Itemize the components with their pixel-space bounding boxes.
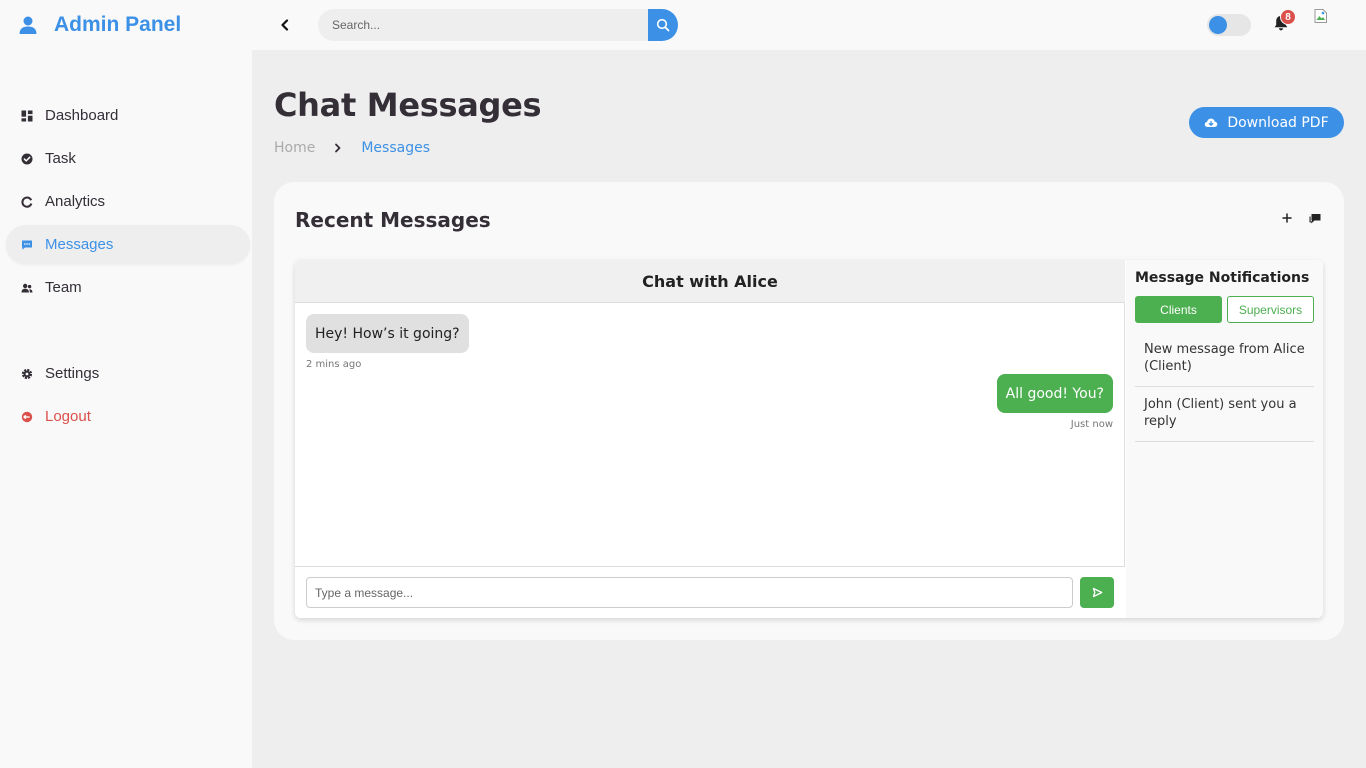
- sidebar-item-task[interactable]: Task: [0, 137, 252, 180]
- search-icon: [656, 18, 670, 32]
- sidebar-item-label: Analytics: [45, 193, 106, 210]
- dashboard-icon: [20, 109, 34, 123]
- sidebar-item-label: Logout: [45, 408, 91, 425]
- logout-icon: [20, 410, 34, 424]
- gear-icon: [20, 367, 34, 381]
- message-timestamp: Just now: [1070, 419, 1113, 430]
- sidebar-item-messages[interactable]: Messages: [0, 223, 252, 266]
- send-button[interactable]: [1080, 577, 1114, 608]
- sidebar-item-logout[interactable]: Logout: [0, 395, 252, 438]
- breadcrumb: Home Messages: [274, 140, 430, 156]
- side-menu-top: Dashboard Task Analytics Messages Team: [0, 94, 252, 309]
- chevron-left-icon: [281, 19, 289, 31]
- recent-messages-card: Recent Messages Chat with Alice Hey! How…: [274, 182, 1344, 640]
- chat-composer: [295, 566, 1125, 618]
- chat-container: Chat with Alice Hey! How’s it going? 2 m…: [295, 260, 1323, 618]
- brand[interactable]: Admin Panel: [18, 12, 181, 38]
- sidebar-item-label: Dashboard: [45, 107, 119, 124]
- search-input[interactable]: [318, 9, 648, 41]
- analytics-icon: [20, 195, 34, 209]
- sidebar-item-label: Team: [45, 279, 82, 296]
- notifications-list: New message from Alice (Client) John (Cl…: [1135, 332, 1314, 442]
- sidebar: Dashboard Task Analytics Messages Team S…: [0, 50, 252, 768]
- chevron-right-icon: [334, 142, 344, 154]
- notification-item[interactable]: New message from Alice (Client): [1135, 332, 1314, 387]
- download-pdf-button[interactable]: Download PDF: [1189, 107, 1344, 138]
- chat-header: Chat with Alice: [295, 260, 1125, 303]
- breadcrumb-home-link[interactable]: Home: [274, 140, 315, 156]
- send-icon: [1092, 587, 1102, 598]
- incoming-message-bubble: Hey! How’s it going?: [306, 314, 469, 353]
- tab-supervisors[interactable]: Supervisors: [1227, 296, 1314, 323]
- sidebar-item-settings[interactable]: Settings: [0, 352, 252, 395]
- top-navbar: Admin Panel 8: [0, 0, 1366, 50]
- notification-count-badge: 8: [1280, 9, 1296, 25]
- card-title: Recent Messages: [295, 208, 491, 232]
- cloud-download-icon: [1205, 118, 1218, 127]
- plus-icon[interactable]: [1280, 211, 1294, 225]
- profile-avatar[interactable]: [1313, 8, 1329, 24]
- notification-item[interactable]: John (Client) sent you a reply: [1135, 387, 1314, 442]
- sidebar-toggle-button[interactable]: [276, 15, 294, 35]
- chat-icon[interactable]: [1308, 212, 1322, 226]
- chat-window: Chat with Alice Hey! How’s it going? 2 m…: [295, 260, 1125, 618]
- user-icon: [19, 16, 37, 34]
- theme-switch[interactable]: [1207, 14, 1251, 36]
- message-timestamp: 2 mins ago: [306, 359, 362, 370]
- main-content: Chat Messages Home Messages Download PDF…: [252, 50, 1366, 768]
- sidebar-item-team[interactable]: Team: [0, 266, 252, 309]
- sidebar-item-dashboard[interactable]: Dashboard: [0, 94, 252, 137]
- team-icon: [20, 281, 34, 295]
- sidebar-item-analytics[interactable]: Analytics: [0, 180, 252, 223]
- theme-switch-knob: [1209, 16, 1227, 34]
- breadcrumb-current[interactable]: Messages: [361, 140, 430, 156]
- brand-title: Admin Panel: [54, 13, 182, 36]
- side-menu-bottom: Settings Logout: [0, 352, 252, 438]
- check-circle-icon: [20, 152, 34, 166]
- search-form: [318, 9, 678, 41]
- broken-image-icon: [1314, 9, 1327, 23]
- notifications-title: Message Notifications: [1135, 270, 1310, 286]
- sidebar-item-label: Settings: [45, 365, 100, 382]
- outgoing-message-bubble: All good! You?: [996, 374, 1113, 413]
- page-title: Chat Messages: [274, 86, 542, 124]
- notification-button[interactable]: 8: [1272, 9, 1296, 34]
- message-input[interactable]: [306, 577, 1073, 608]
- download-pdf-label: Download PDF: [1227, 114, 1329, 131]
- sidebar-item-label: Messages: [45, 236, 114, 253]
- notifications-tabs: Clients Supervisors: [1135, 296, 1314, 323]
- tab-clients[interactable]: Clients: [1135, 296, 1222, 323]
- message-icon: [20, 238, 34, 252]
- search-button[interactable]: [648, 9, 678, 41]
- message-notifications-panel: Message Notifications Clients Supervisor…: [1126, 260, 1323, 618]
- sidebar-item-label: Task: [45, 150, 76, 167]
